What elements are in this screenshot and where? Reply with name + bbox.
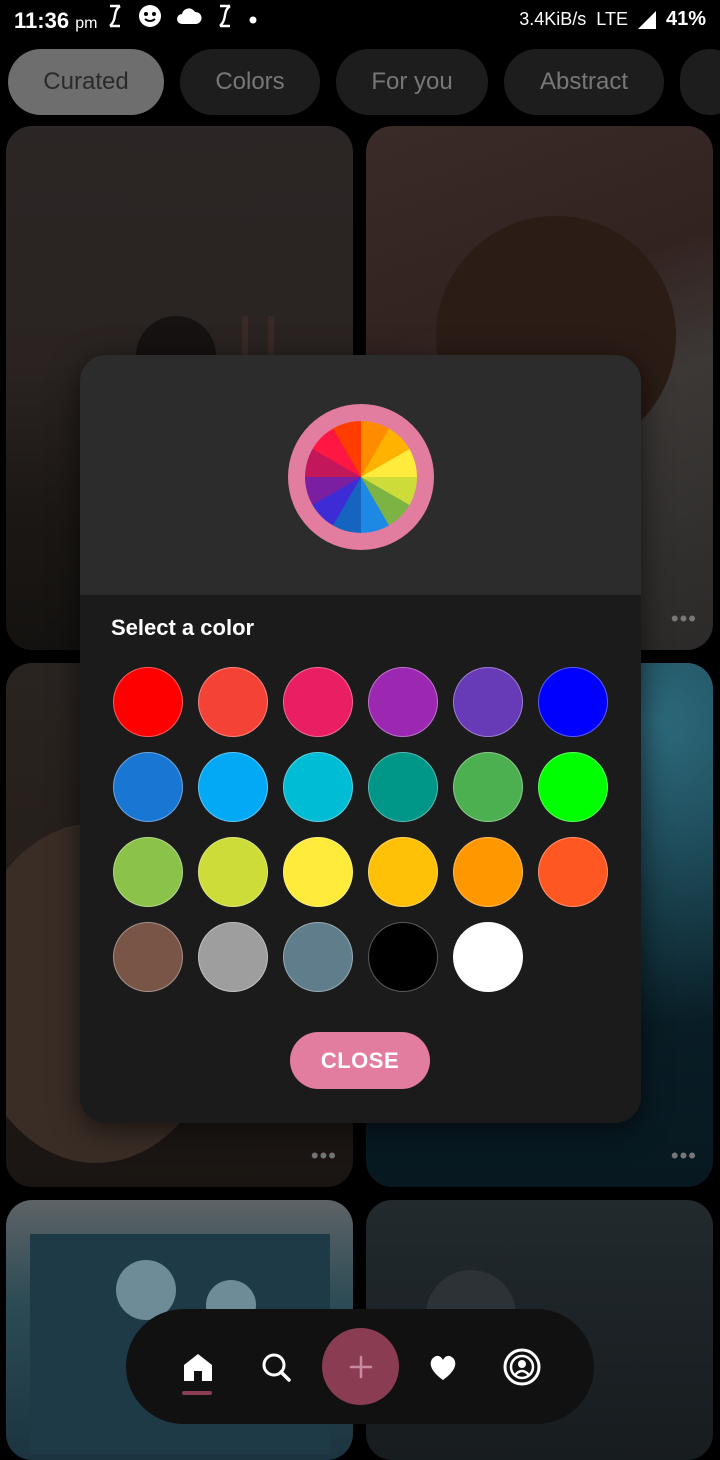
- color-swatch[interactable]: [368, 837, 438, 907]
- search-icon[interactable]: [256, 1347, 296, 1387]
- more-options-icon[interactable]: •••: [311, 1143, 337, 1169]
- close-button[interactable]: CLOSE: [290, 1032, 430, 1089]
- color-swatch[interactable]: [368, 922, 438, 992]
- more-options-icon[interactable]: •••: [671, 606, 697, 632]
- dialog-header: [80, 355, 641, 595]
- color-swatch[interactable]: [283, 752, 353, 822]
- color-swatch[interactable]: [538, 837, 608, 907]
- color-picker-dialog: Select a color CLOSE: [80, 355, 641, 1123]
- color-wheel-icon: [288, 404, 434, 550]
- color-swatch[interactable]: [538, 667, 608, 737]
- color-swatch[interactable]: [283, 667, 353, 737]
- color-swatch[interactable]: [113, 837, 183, 907]
- more-options-icon[interactable]: •••: [671, 1143, 697, 1169]
- profile-icon[interactable]: [502, 1347, 542, 1387]
- category-chips: Curated Colors For you Abstract: [8, 49, 720, 115]
- color-swatch[interactable]: [453, 837, 523, 907]
- chip-for-you[interactable]: For you: [336, 49, 488, 115]
- color-swatch[interactable]: [113, 667, 183, 737]
- chip-abstract[interactable]: Abstract: [504, 49, 664, 115]
- color-swatch[interactable]: [283, 922, 353, 992]
- chip-curated[interactable]: Curated: [8, 49, 164, 115]
- color-swatch[interactable]: [368, 667, 438, 737]
- chip-colors[interactable]: Colors: [180, 49, 320, 115]
- color-swatch[interactable]: [198, 667, 268, 737]
- color-swatch[interactable]: [198, 752, 268, 822]
- active-indicator: [182, 1391, 212, 1395]
- color-swatch[interactable]: [198, 837, 268, 907]
- color-swatch[interactable]: [453, 752, 523, 822]
- color-swatch[interactable]: [198, 922, 268, 992]
- heart-icon[interactable]: [423, 1347, 463, 1387]
- color-swatch[interactable]: [113, 922, 183, 992]
- color-swatch[interactable]: [453, 667, 523, 737]
- chip-next[interactable]: [680, 49, 720, 115]
- dialog-title: Select a color: [111, 615, 255, 640]
- color-swatch[interactable]: [368, 752, 438, 822]
- color-swatch[interactable]: [453, 922, 523, 992]
- color-wheel: [305, 421, 417, 533]
- home-icon[interactable]: [178, 1347, 218, 1387]
- color-swatch[interactable]: [538, 752, 608, 822]
- add-icon[interactable]: [322, 1328, 399, 1405]
- bottom-navigation: [126, 1309, 594, 1424]
- color-swatch[interactable]: [283, 837, 353, 907]
- color-swatch[interactable]: [113, 752, 183, 822]
